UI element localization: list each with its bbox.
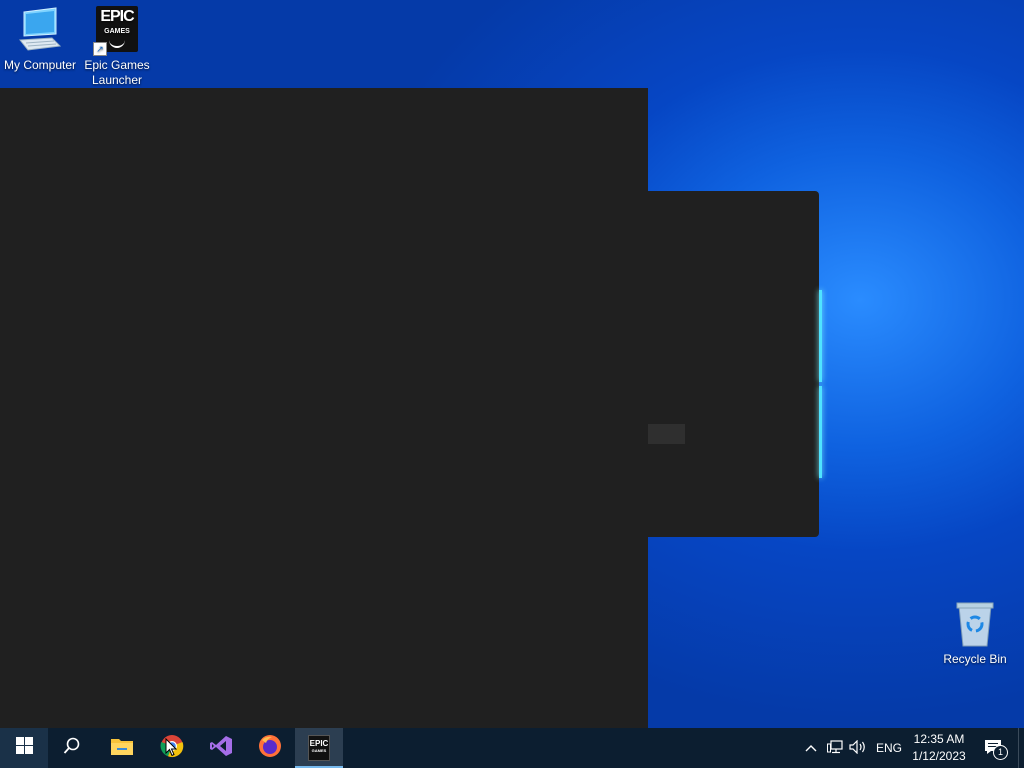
network-icon	[827, 739, 843, 757]
window-glow-edge	[819, 386, 822, 478]
notification-icon: 1	[984, 739, 1008, 760]
network-tray-button[interactable]	[826, 728, 844, 768]
folder-icon	[110, 736, 134, 761]
language-indicator[interactable]: ENG	[876, 728, 902, 768]
mouse-cursor-icon	[165, 737, 178, 762]
visual-studio-icon	[209, 734, 233, 763]
start-button[interactable]	[0, 728, 48, 768]
action-center-button[interactable]: 1	[980, 728, 1008, 768]
volume-tray-button[interactable]	[848, 728, 868, 768]
notification-badge: 1	[993, 745, 1008, 760]
file-explorer-button[interactable]	[98, 728, 146, 768]
desktop-icon-label: My Computer	[3, 58, 77, 72]
visual-studio-button[interactable]	[197, 728, 245, 768]
taskbar: EPIC GAMES ENG 12:35 AM 1/12/2023 1	[0, 728, 1024, 768]
clock[interactable]: 12:35 AM 1/12/2023	[908, 728, 970, 768]
secondary-window[interactable]	[640, 191, 819, 537]
epic-games-taskbar-button[interactable]: EPIC GAMES	[295, 728, 343, 768]
language-label: ENG	[876, 741, 903, 755]
clock-date: 1/12/2023	[912, 749, 966, 763]
epic-logo-text: EPIC	[309, 739, 329, 748]
epic-logo-text: EPIC	[100, 8, 134, 25]
desktop-icon-my-computer[interactable]: My Computer	[0, 6, 80, 73]
epic-logo-subtext: GAMES	[311, 748, 327, 753]
computer-icon	[16, 6, 64, 54]
speaker-icon	[849, 739, 867, 757]
recycle-bin-icon	[951, 600, 999, 648]
firefox-icon	[258, 734, 282, 763]
epic-games-main-window[interactable]	[0, 88, 648, 728]
windows-icon	[15, 737, 33, 759]
desktop-icon-label: Epic Games Launcher	[84, 58, 150, 87]
epic-logo-subtext: GAMES	[104, 28, 130, 35]
search-icon	[63, 737, 81, 760]
epic-games-icon: EPIC GAMES	[308, 735, 330, 761]
clock-time: 12:35 AM	[913, 732, 965, 746]
window-glow-edge	[819, 290, 822, 382]
shortcut-arrow-icon: ↗	[93, 42, 107, 56]
search-button[interactable]	[48, 728, 96, 768]
epic-games-icon: EPIC GAMES ↗	[93, 6, 141, 56]
firefox-button[interactable]	[246, 728, 294, 768]
desktop-icon-label: Recycle Bin	[943, 652, 1007, 666]
desktop-icon-epic-games-launcher[interactable]: EPIC GAMES ↗ Epic Games Launcher	[77, 6, 157, 88]
tray-overflow-button[interactable]	[802, 728, 820, 768]
chevron-up-icon	[805, 741, 817, 755]
show-desktop-button[interactable]	[1018, 728, 1024, 768]
desktop-icon-recycle-bin[interactable]: Recycle Bin	[935, 600, 1015, 667]
window-placeholder-block	[648, 424, 685, 444]
